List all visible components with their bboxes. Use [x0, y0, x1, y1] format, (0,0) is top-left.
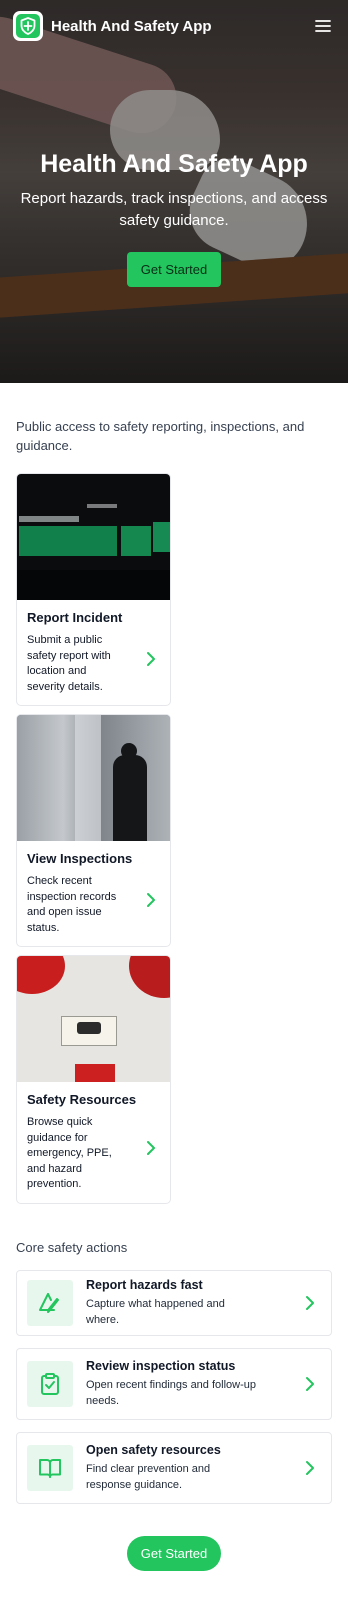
action-report-hazards[interactable]: Report hazards fast Capture what happene…	[16, 1269, 332, 1336]
feature-cards: Report Incident Submit a public safety r…	[0, 455, 348, 1204]
chevron-right-icon	[146, 892, 156, 913]
action-title: Report hazards fast	[86, 1278, 203, 1292]
hamburger-menu-icon[interactable]	[311, 14, 335, 38]
action-open-safety-resources[interactable]: Open safety resources Find clear prevent…	[16, 1431, 332, 1504]
intro-text: Public access to safety reporting, inspe…	[16, 419, 305, 453]
clipboard-check-icon	[27, 1360, 73, 1407]
chevron-right-icon	[305, 1295, 315, 1316]
card-image-road-signs	[17, 474, 170, 600]
card-report-incident[interactable]: Report Incident Submit a public safety r…	[16, 473, 171, 706]
action-title: Review inspection status	[86, 1359, 236, 1373]
core-actions-list: Report hazards fast Capture what happene…	[0, 1255, 348, 1504]
section-heading: Core safety actions	[16, 1239, 128, 1255]
chevron-right-icon	[146, 651, 156, 672]
open-book-icon	[27, 1444, 73, 1491]
card-image-safety-equipment	[17, 956, 170, 1082]
action-description: Open recent findings and follow-up needs…	[86, 1379, 256, 1407]
card-view-inspections[interactable]: View Inspections Check recent inspection…	[16, 714, 171, 947]
chevron-right-icon	[146, 1140, 156, 1161]
get-started-button[interactable]: Get Started	[126, 1535, 222, 1571]
get-started-button[interactable]: Get Started	[126, 252, 222, 287]
action-description: Capture what happened and where.	[86, 1298, 225, 1326]
chevron-right-icon	[305, 1460, 315, 1481]
card-description: Browse quick guidance for emergency, PPE…	[27, 1116, 112, 1190]
hero-title: Health And Safety App	[40, 150, 308, 178]
top-navbar: Health And Safety App	[0, 0, 348, 52]
action-review-inspection-status[interactable]: Review inspection status Open recent fin…	[16, 1347, 332, 1420]
footer-cta: Get Started	[0, 1516, 348, 1601]
shield-plus-icon[interactable]	[13, 11, 43, 41]
card-image-inspection-worker	[17, 715, 170, 841]
hero-subtitle: Report hazards, track inspections, and a…	[20, 190, 328, 229]
card-title: Safety Resources	[27, 1092, 137, 1107]
chevron-right-icon	[305, 1376, 315, 1397]
hero-content: Health And Safety App Report hazards, tr…	[0, 148, 348, 287]
hero-section: Health And Safety App Health And Safety …	[0, 0, 348, 383]
card-safety-resources[interactable]: Safety Resources Browse quick guidance f…	[16, 955, 171, 1204]
card-description: Check recent inspection records and open…	[27, 875, 117, 934]
brand-name[interactable]: Health And Safety App	[51, 18, 212, 35]
action-title: Open safety resources	[86, 1443, 221, 1457]
hazard-triangle-pen-icon	[27, 1279, 73, 1326]
card-description: Submit a public safety report with locat…	[27, 634, 111, 693]
action-description: Find clear prevention and response guida…	[86, 1463, 211, 1491]
card-title: Report Incident	[27, 610, 123, 625]
card-title: View Inspections	[27, 851, 133, 866]
